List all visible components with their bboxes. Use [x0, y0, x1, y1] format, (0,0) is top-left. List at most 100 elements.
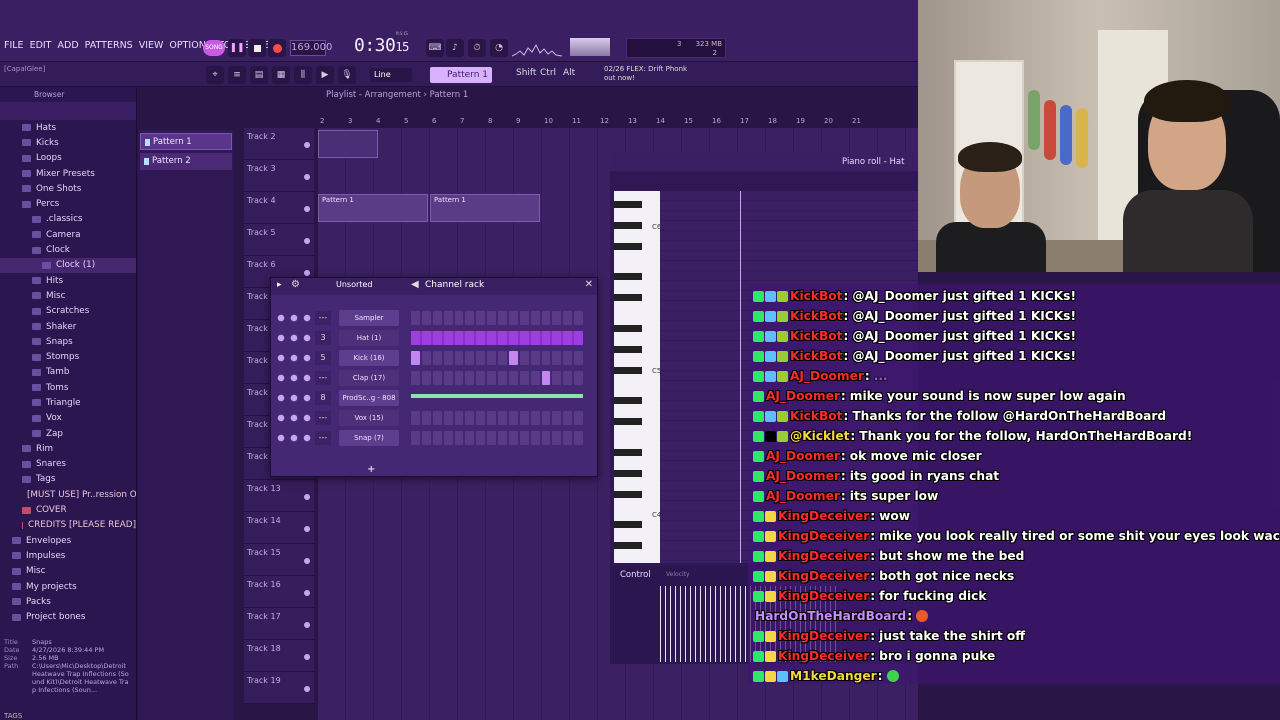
- step-button[interactable]: [541, 371, 551, 385]
- chat-username[interactable]: KickBot: [790, 289, 842, 303]
- track-header[interactable]: Track 18: [244, 640, 314, 672]
- mixer-track-number[interactable]: 3: [315, 331, 331, 345]
- step-button[interactable]: [487, 411, 496, 425]
- black-key[interactable]: [614, 490, 642, 498]
- step-button[interactable]: [487, 311, 496, 325]
- browser-item[interactable]: Kicks: [0, 135, 136, 150]
- chat-username[interactable]: KingDeceiver: [778, 569, 869, 583]
- browser-item[interactable]: Tags: [0, 472, 136, 487]
- track-header[interactable]: Track 4: [244, 192, 314, 224]
- step-button[interactable]: [432, 331, 442, 345]
- step-button[interactable]: [508, 311, 518, 325]
- step-button[interactable]: [443, 331, 453, 345]
- step-button[interactable]: [476, 311, 486, 325]
- step-button[interactable]: [411, 351, 420, 365]
- step-button[interactable]: [443, 371, 453, 385]
- step-button[interactable]: [563, 351, 573, 365]
- tempo-display[interactable]: 169.000: [290, 40, 332, 56]
- browser-item[interactable]: Packs: [0, 594, 136, 609]
- step-button[interactable]: [552, 411, 562, 425]
- step-button[interactable]: [443, 311, 453, 325]
- step-button[interactable]: [563, 431, 573, 445]
- step-button[interactable]: [563, 371, 573, 385]
- browser-item[interactable]: Scratches: [0, 304, 136, 319]
- step-button[interactable]: [552, 351, 562, 365]
- chat-username[interactable]: AJ_Doomer: [766, 449, 840, 463]
- pattern-clip[interactable]: Pattern 1: [318, 194, 428, 222]
- browser-item[interactable]: .classics: [0, 212, 136, 227]
- step-button[interactable]: [487, 351, 496, 365]
- channel-filter[interactable]: Unsorted: [336, 280, 372, 289]
- step-button[interactable]: [498, 431, 507, 445]
- track-header[interactable]: Track 2: [244, 128, 314, 160]
- browser-item[interactable]: Misc: [0, 288, 136, 303]
- track-header[interactable]: Track 5: [244, 224, 314, 256]
- step-button[interactable]: [541, 331, 551, 345]
- browser-item[interactable]: Shaker: [0, 319, 136, 334]
- chat-username[interactable]: KickBot: [790, 329, 842, 343]
- track-mute-dot[interactable]: [304, 622, 310, 628]
- close-icon[interactable]: ✕: [585, 279, 593, 290]
- step-button[interactable]: [432, 371, 442, 385]
- browser-item[interactable]: Misc: [0, 564, 136, 579]
- browser-item[interactable]: Clock (1): [0, 257, 136, 273]
- channel-knobs[interactable]: [277, 393, 313, 403]
- step-button[interactable]: [465, 371, 475, 385]
- mic-icon[interactable]: 🎙: [338, 66, 356, 84]
- track-mute-dot[interactable]: [304, 686, 310, 692]
- menu-edit[interactable]: EDIT: [30, 40, 52, 51]
- channel-name-button[interactable]: Kick (16): [339, 350, 399, 366]
- step-button[interactable]: [411, 371, 420, 385]
- browser-item[interactable]: COVER: [0, 502, 136, 517]
- step-button[interactable]: [454, 311, 464, 325]
- browser-item[interactable]: Zap: [0, 426, 136, 441]
- snap-icon[interactable]: ⌖: [206, 66, 224, 84]
- step-button[interactable]: [443, 411, 453, 425]
- step-button[interactable]: [421, 411, 431, 425]
- step-button[interactable]: [508, 371, 518, 385]
- playlist-icon[interactable]: ≡: [228, 66, 246, 84]
- ctrl-key[interactable]: Ctrl: [540, 68, 556, 78]
- step-button[interactable]: [541, 351, 551, 365]
- browser-item[interactable]: Clock: [0, 242, 136, 257]
- channel-name-button[interactable]: Clap (17): [339, 370, 399, 386]
- playhead[interactable]: [740, 191, 741, 563]
- step-button[interactable]: [432, 311, 442, 325]
- browser-item[interactable]: Envelopes: [0, 533, 136, 548]
- step-button[interactable]: [432, 411, 442, 425]
- pattern-clip[interactable]: Pattern 1: [430, 194, 540, 222]
- channel-row[interactable]: 8 ProdSc..g - 808: [271, 388, 599, 408]
- step-button[interactable]: [574, 331, 583, 345]
- step-button[interactable]: [465, 331, 475, 345]
- step-button[interactable]: [465, 351, 475, 365]
- chat-username[interactable]: KingDeceiver: [778, 509, 869, 523]
- chat-username[interactable]: KickBot: [790, 409, 842, 423]
- black-key[interactable]: [614, 418, 642, 425]
- step-button[interactable]: [454, 351, 464, 365]
- browser-item[interactable]: Vox: [0, 411, 136, 426]
- mixer-track-number[interactable]: ---: [315, 371, 331, 385]
- stop-icon[interactable]: [248, 39, 266, 57]
- channel-name-button[interactable]: ProdSc..g - 808: [339, 390, 399, 406]
- track-mute-dot[interactable]: [304, 238, 310, 244]
- chat-username[interactable]: @Kicklet: [790, 429, 849, 443]
- step-button[interactable]: [519, 331, 529, 345]
- browser-item[interactable]: Snares: [0, 457, 136, 472]
- chat-username[interactable]: AJ_Doomer: [766, 389, 840, 403]
- metronome-icon[interactable]: ⏱: [468, 39, 486, 57]
- step-button[interactable]: [508, 351, 518, 365]
- channel-row[interactable]: --- Sampler: [271, 308, 599, 328]
- step-button[interactable]: [465, 431, 475, 445]
- countdown-icon[interactable]: ◔: [490, 39, 508, 57]
- track-mute-dot[interactable]: [304, 206, 310, 212]
- mixer-track-number[interactable]: ---: [315, 311, 331, 325]
- black-key[interactable]: [614, 294, 642, 301]
- browser-item[interactable]: Toms: [0, 380, 136, 395]
- track-mute-dot[interactable]: [304, 590, 310, 596]
- step-button[interactable]: [443, 431, 453, 445]
- step-button[interactable]: [465, 311, 475, 325]
- pattern-selector[interactable]: Pattern 1: [430, 67, 492, 83]
- step-button[interactable]: [454, 331, 464, 345]
- channel-name-button[interactable]: Vox (15): [339, 410, 399, 426]
- menu-file[interactable]: FILE: [4, 40, 24, 51]
